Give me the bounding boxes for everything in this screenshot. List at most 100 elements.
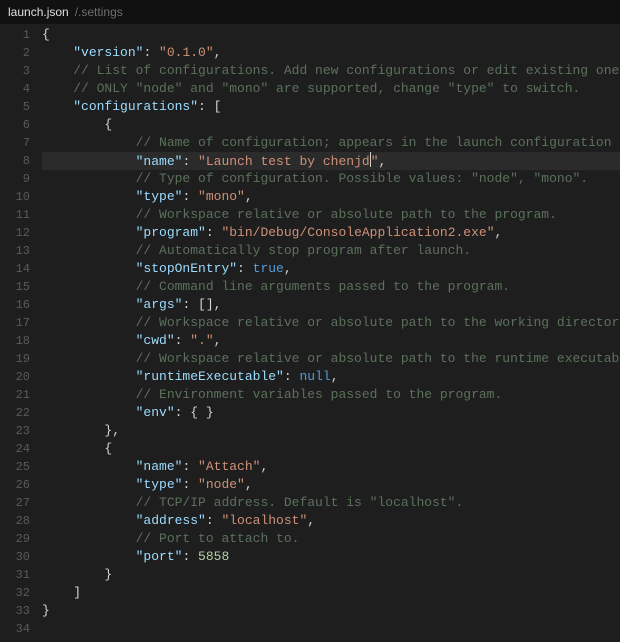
token-brace: { (104, 117, 112, 132)
token-punct: , (260, 459, 268, 474)
token-comment: // Type of configuration. Possible value… (136, 171, 588, 186)
code-line[interactable]: // Name of configuration; appears in the… (42, 134, 620, 152)
line-number: 30 (0, 548, 30, 566)
line-number: 32 (0, 584, 30, 602)
code-line[interactable]: { (42, 116, 620, 134)
token-comment: // Name of configuration; appears in the… (136, 135, 620, 150)
code-line[interactable]: { (42, 26, 620, 44)
line-number: 16 (0, 296, 30, 314)
line-number: 19 (0, 350, 30, 368)
token-string: " (371, 154, 379, 169)
line-number: 20 (0, 368, 30, 386)
token-brace: { } (190, 405, 213, 420)
line-number: 7 (0, 134, 30, 152)
code-line[interactable]: // Type of configuration. Possible value… (42, 170, 620, 188)
token-punct: ] (73, 585, 81, 600)
token-punct: , (284, 261, 292, 276)
token-comment: // ONLY "node" and "mono" are supported,… (73, 81, 580, 96)
token-punct: , (214, 45, 222, 60)
code-line[interactable]: "version": "0.1.0", (42, 44, 620, 62)
token-string: "node" (198, 477, 245, 492)
token-key: "runtimeExecutable" (136, 369, 284, 384)
code-line[interactable]: "type": "mono", (42, 188, 620, 206)
code-line[interactable]: // Workspace relative or absolute path t… (42, 350, 620, 368)
token-colon: : (182, 477, 198, 492)
code-line[interactable]: "configurations": [ (42, 98, 620, 116)
line-number: 17 (0, 314, 30, 332)
token-punct: , (214, 333, 222, 348)
token-key: "type" (136, 477, 183, 492)
code-line[interactable]: "name": "Launch test by chenjd", (42, 152, 620, 170)
token-colon: : (143, 45, 159, 60)
token-string: "mono" (198, 189, 245, 204)
token-key: "type" (136, 189, 183, 204)
token-punct: , (112, 423, 120, 438)
token-punct: [ (214, 99, 222, 114)
code-line[interactable]: "program": "bin/Debug/ConsoleApplication… (42, 224, 620, 242)
token-key: "name" (136, 459, 183, 474)
line-number: 26 (0, 476, 30, 494)
code-line[interactable] (42, 620, 620, 638)
token-brace: } (104, 567, 112, 582)
code-line[interactable]: } (42, 566, 620, 584)
token-key: "env" (136, 405, 175, 420)
token-string: "localhost" (221, 513, 307, 528)
token-colon: : (182, 549, 198, 564)
code-line[interactable]: // Workspace relative or absolute path t… (42, 314, 620, 332)
line-number: 2 (0, 44, 30, 62)
code-line[interactable]: ] (42, 584, 620, 602)
code-line[interactable]: "type": "node", (42, 476, 620, 494)
token-punct: , (331, 369, 339, 384)
token-key: "port" (136, 549, 183, 564)
code-line[interactable]: "address": "localhost", (42, 512, 620, 530)
code-line[interactable]: "port": 5858 (42, 548, 620, 566)
token-punct: , (495, 225, 503, 240)
token-number: 5858 (198, 549, 229, 564)
token-bool: true (253, 261, 284, 276)
token-key: "address" (136, 513, 206, 528)
code-line[interactable]: "name": "Attach", (42, 458, 620, 476)
line-number: 4 (0, 80, 30, 98)
token-key: "program" (136, 225, 206, 240)
code-line[interactable]: { (42, 440, 620, 458)
code-line[interactable]: // ONLY "node" and "mono" are supported,… (42, 80, 620, 98)
line-number: 31 (0, 566, 30, 584)
line-number: 14 (0, 260, 30, 278)
token-key: "version" (73, 45, 143, 60)
tab-filename[interactable]: launch.json (8, 5, 69, 19)
token-comment: // Workspace relative or absolute path t… (136, 351, 620, 366)
token-string: "." (190, 333, 213, 348)
code-line[interactable]: // Environment variables passed to the p… (42, 386, 620, 404)
token-colon: : (284, 369, 300, 384)
token-punct: , (245, 477, 253, 492)
token-key: "configurations" (73, 99, 198, 114)
code-line[interactable]: // TCP/IP address. Default is "localhost… (42, 494, 620, 512)
line-number: 10 (0, 188, 30, 206)
line-number: 9 (0, 170, 30, 188)
code-line[interactable]: "args": [], (42, 296, 620, 314)
line-number: 13 (0, 242, 30, 260)
code-line[interactable]: // List of configurations. Add new confi… (42, 62, 620, 80)
code-line[interactable]: "env": { } (42, 404, 620, 422)
code-line[interactable]: "cwd": ".", (42, 332, 620, 350)
code-line[interactable]: // Command line arguments passed to the … (42, 278, 620, 296)
code-line[interactable]: "runtimeExecutable": null, (42, 368, 620, 386)
line-number: 3 (0, 62, 30, 80)
token-comment: // Automatically stop program after laun… (136, 243, 471, 258)
line-number: 21 (0, 386, 30, 404)
line-number-gutter: 1234567891011121314151617181920212223242… (0, 24, 42, 642)
code-line[interactable]: "stopOnEntry": true, (42, 260, 620, 278)
code-area[interactable]: { "version": "0.1.0", // List of configu… (42, 24, 620, 642)
code-editor[interactable]: 1234567891011121314151617181920212223242… (0, 24, 620, 642)
token-colon: : (237, 261, 253, 276)
code-line[interactable]: } (42, 602, 620, 620)
code-line[interactable]: // Workspace relative or absolute path t… (42, 206, 620, 224)
line-number: 23 (0, 422, 30, 440)
line-number: 12 (0, 224, 30, 242)
token-comment: // TCP/IP address. Default is "localhost… (136, 495, 464, 510)
code-line[interactable]: // Automatically stop program after laun… (42, 242, 620, 260)
line-number: 15 (0, 278, 30, 296)
code-line[interactable]: // Port to attach to. (42, 530, 620, 548)
line-number: 5 (0, 98, 30, 116)
code-line[interactable]: }, (42, 422, 620, 440)
